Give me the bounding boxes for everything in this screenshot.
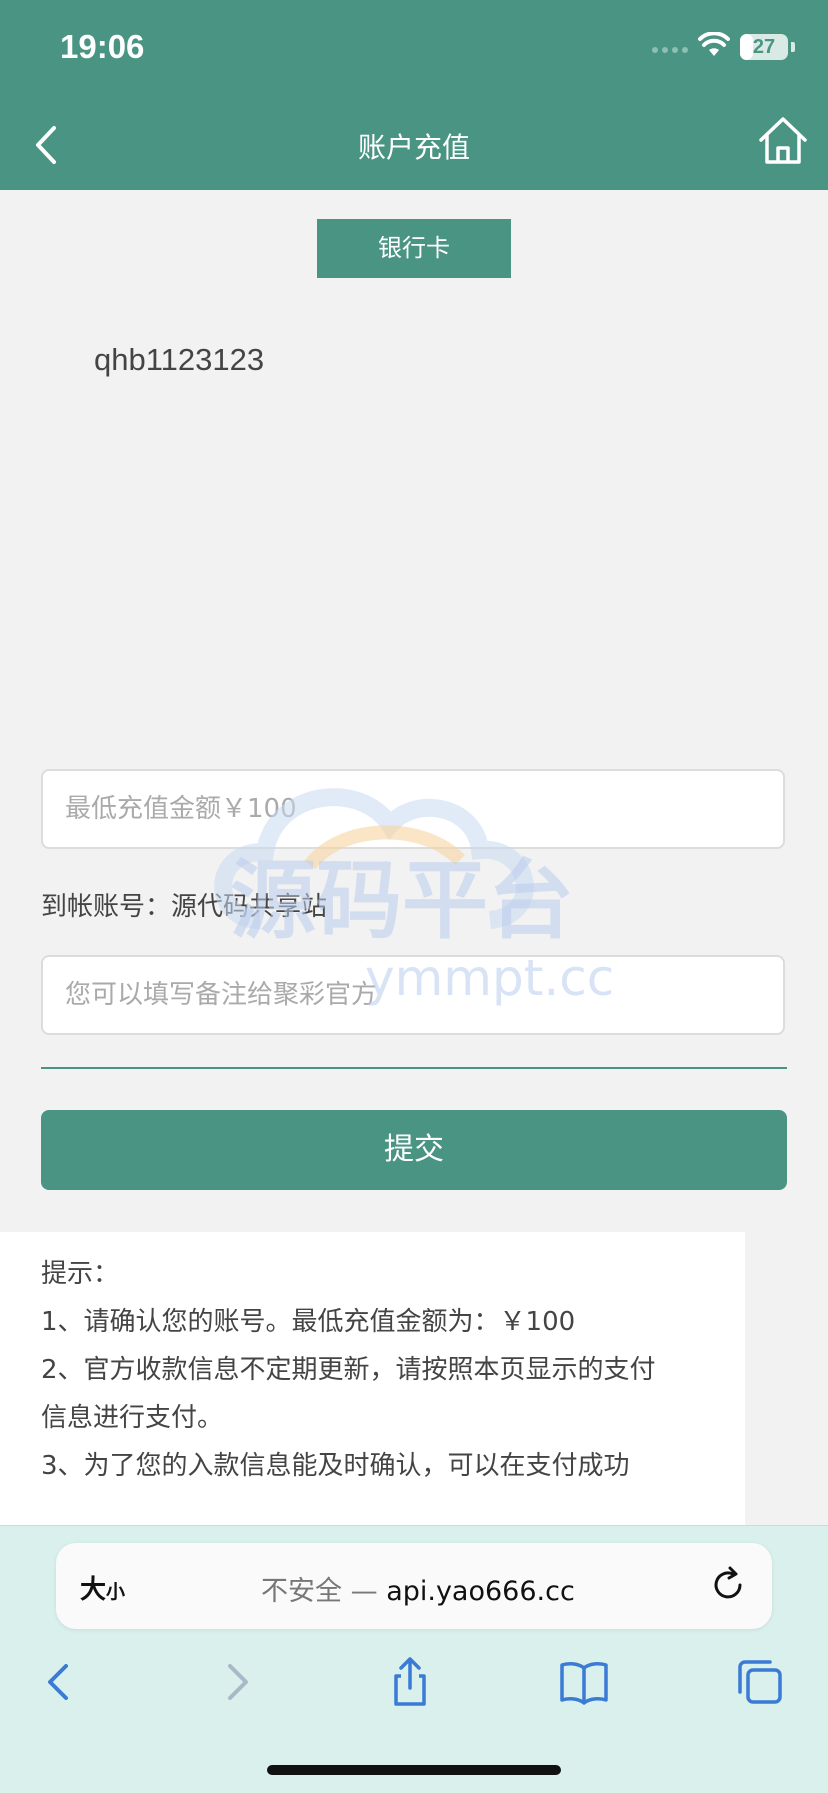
divider [41, 1067, 787, 1069]
nav-bar: 账户充值 [0, 100, 828, 190]
tips-title: 提示： [41, 1259, 120, 1289]
battery-cap [791, 42, 795, 52]
insecure-label: 不安全 — [261, 1576, 378, 1607]
page-title: 账户充值 [357, 131, 470, 164]
status-time: 19:06 [60, 28, 145, 65]
receive-account-label: 到帐账号： [41, 892, 172, 922]
book-icon[interactable] [558, 1656, 610, 1708]
status-bar: 19:06 27 [0, 0, 828, 100]
tips-panel: 提示： 1、请确认您的账号。最低充值金额为：￥100 2、官方收款信息不定期更新… [0, 1232, 745, 1532]
text-size-small: 小 [106, 1581, 126, 1603]
amount-input[interactable] [43, 771, 783, 847]
text-size-big: 大 [80, 1575, 107, 1605]
wifi-icon [698, 32, 730, 56]
tip-item: 2、官方收款信息不定期更新，请按照本页显示的支付 [41, 1355, 656, 1385]
text-size-button[interactable]: 大小 [80, 1569, 125, 1606]
chevron-right-icon[interactable] [210, 1656, 262, 1708]
battery-icon: 27 [740, 34, 788, 60]
browser-toolbar: 大小 不安全 — api.yao666.cc [0, 1525, 828, 1793]
receive-account-value: 源代码共享站 [171, 892, 328, 922]
tip-item: 3、为了您的入款信息能及时确认，可以在支付成功 [41, 1451, 630, 1481]
account-username: qhb1123123 [94, 342, 265, 377]
amount-field[interactable] [41, 769, 785, 849]
tab-bank-card[interactable]: 银行卡 [317, 219, 511, 278]
receive-account-line: 到帐账号：源代码共享站 [41, 886, 327, 923]
tabs-icon[interactable] [734, 1656, 786, 1708]
url-display[interactable]: 不安全 — api.yao666.cc [261, 1569, 575, 1608]
submit-button[interactable]: 提交 [41, 1110, 787, 1190]
tip-item: 1、请确认您的账号。最低充值金额为：￥100 [41, 1307, 576, 1337]
reload-icon[interactable] [708, 1565, 748, 1605]
note-input[interactable] [43, 957, 783, 1033]
tip-item: 信息进行支付。 [41, 1403, 224, 1433]
home-icon[interactable] [756, 114, 810, 168]
note-field[interactable] [41, 955, 785, 1035]
chevron-left-icon[interactable] [34, 1656, 86, 1708]
home-indicator [267, 1765, 561, 1775]
url-text: api.yao666.cc [386, 1576, 575, 1607]
share-icon[interactable] [384, 1656, 436, 1708]
address-bar[interactable]: 大小 不安全 — api.yao666.cc [56, 1543, 772, 1629]
cellular-signal-icon [652, 47, 688, 53]
battery-level-text: 27 [752, 36, 776, 58]
